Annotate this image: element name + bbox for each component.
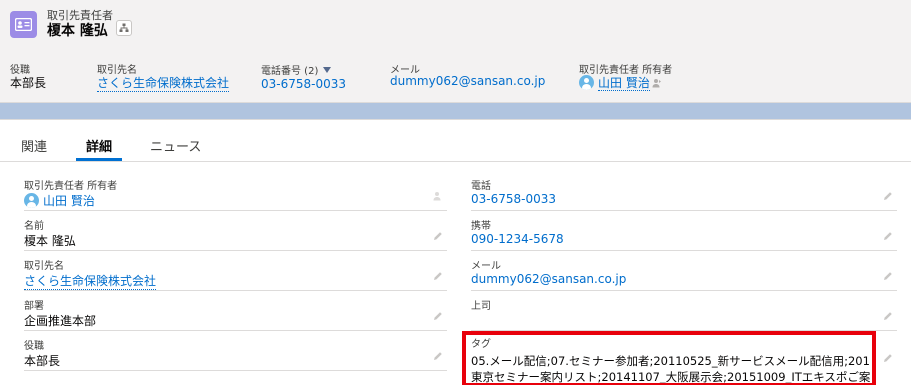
tab-details[interactable]: 詳細 (86, 136, 112, 155)
record-header: 取引先責任者 榎本 隆弘 役職 本部長 取引先名 さくら生命保険株式会社 電話番… (0, 0, 911, 103)
field-value: 企画推進本部 (24, 314, 97, 328)
pencil-icon[interactable] (433, 311, 443, 321)
field-label: 部署 (24, 301, 44, 312)
header-phone-link[interactable]: 03-6758-0033 (261, 77, 346, 91)
account-link[interactable]: さくら生命保険株式会社 (24, 272, 157, 290)
change-owner-icon[interactable] (433, 191, 443, 201)
header-owner-link[interactable]: 山田 賢治 (598, 76, 650, 91)
field-label: 上司 (471, 301, 491, 312)
active-tab-indicator (76, 158, 122, 161)
header-account-link[interactable]: さくら生命保険株式会社 (97, 74, 230, 92)
field-email: メール dummy062@sansan.co.jp (471, 251, 897, 291)
field-value: 本部長 (24, 354, 61, 368)
pencil-icon[interactable] (883, 271, 893, 281)
page-background-band (0, 103, 911, 119)
header-value-title: 本部長 (10, 76, 47, 90)
header-label-phone[interactable]: 電話番号 (2) (261, 62, 332, 77)
tab-news[interactable]: ニュース (150, 136, 201, 155)
header-owner: 山田 賢治 (579, 74, 662, 91)
pencil-icon[interactable] (883, 311, 893, 321)
pencil-icon[interactable] (883, 191, 893, 201)
hierarchy-button[interactable] (116, 20, 132, 36)
highlight-box (462, 331, 876, 385)
hierarchy-icon (119, 23, 129, 32)
phone-link[interactable]: 03-6758-0033 (471, 192, 556, 206)
pencil-icon[interactable] (433, 271, 443, 281)
chevron-down-icon[interactable] (323, 67, 332, 73)
field-department: 部署 企画推進本部 (24, 291, 447, 331)
field-title: 役職 本部長 (24, 331, 447, 371)
tab-bar: 関連 詳細 ニュース (0, 120, 911, 162)
tab-related[interactable]: 関連 (21, 136, 47, 155)
header-email-link[interactable]: dummy062@sansan.co.jp (390, 74, 545, 88)
field-label: 取引先名 (24, 261, 64, 272)
field-value: 榎本 隆弘 (24, 234, 76, 248)
contact-card-icon (10, 11, 37, 38)
field-label: 携帯 (471, 221, 491, 232)
user-avatar-icon (24, 193, 39, 208)
field-label: 取引先責任者 所有者 (24, 181, 118, 192)
email-link[interactable]: dummy062@sansan.co.jp (471, 272, 626, 286)
field-label: 名前 (24, 221, 44, 232)
phone-label-text: 電話番号 (2) (261, 66, 319, 77)
record-name: 榎本 隆弘 (47, 23, 108, 39)
field-label: メール (471, 261, 501, 272)
pencil-icon[interactable] (433, 351, 443, 361)
field-mobile: 携帯 090-1234-5678 (471, 211, 897, 251)
pencil-icon[interactable] (433, 231, 443, 241)
field-reports-to: 上司 (471, 291, 897, 331)
field-value: 山田 賢治 (24, 192, 95, 209)
field-account: 取引先名 さくら生命保険株式会社 (24, 251, 447, 291)
pencil-icon[interactable] (883, 353, 893, 363)
field-owner: 取引先責任者 所有者 山田 賢治 (24, 171, 447, 211)
field-label: 役職 (24, 341, 44, 352)
user-avatar-icon (579, 75, 594, 90)
change-owner-icon[interactable] (652, 78, 662, 88)
field-name: 名前 榎本 隆弘 (24, 211, 447, 251)
pencil-icon[interactable] (883, 231, 893, 241)
field-label: 電話 (471, 181, 491, 192)
field-phone: 電話 03-6758-0033 (471, 171, 897, 211)
mobile-link[interactable]: 090-1234-5678 (471, 232, 564, 246)
owner-link[interactable]: 山田 賢治 (43, 194, 95, 208)
